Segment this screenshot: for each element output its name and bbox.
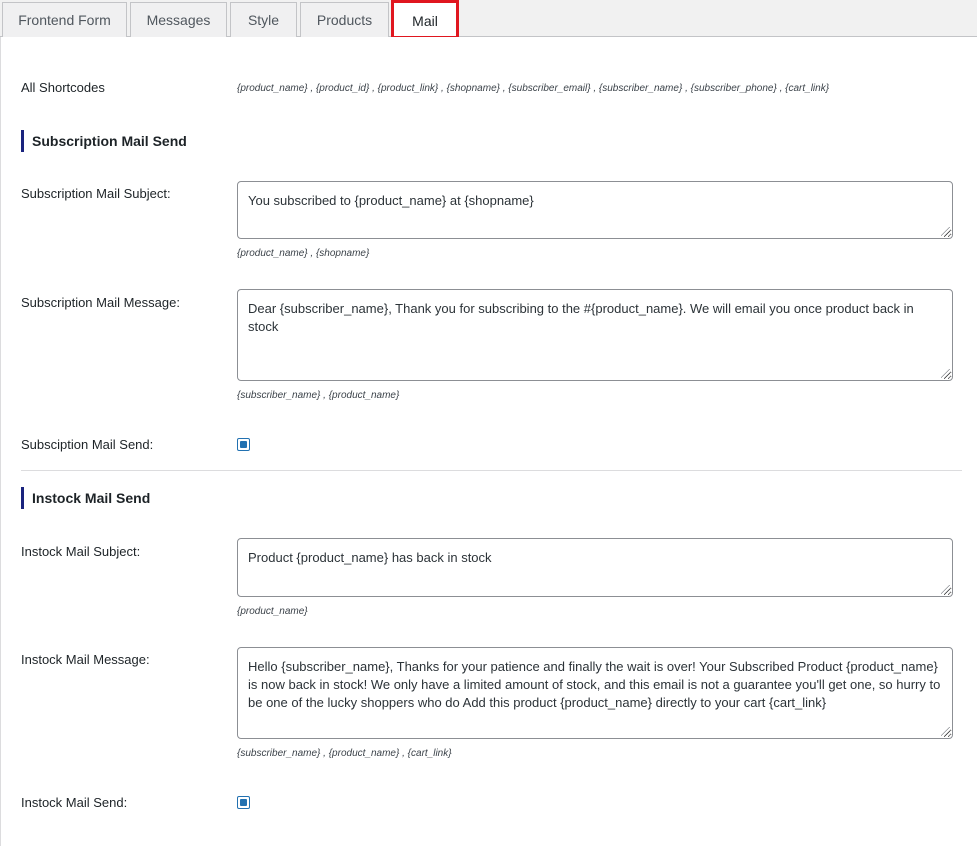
instock-subject-hint: {product_name}: [237, 606, 308, 617]
instock-subject-value: Product {product_name} has back in stock: [248, 550, 492, 565]
tab-label: Products: [316, 12, 373, 28]
mail-settings-panel: All Shortcodes {product_name} , {product…: [0, 37, 977, 846]
subscription-message-hint: {subscriber_name} , {product_name}: [237, 390, 400, 401]
instock-section-title: Instock Mail Send: [21, 487, 150, 509]
instock-send-checkbox[interactable]: [237, 796, 250, 809]
tab-messages[interactable]: Messages: [130, 2, 227, 37]
tab-label: Frontend Form: [18, 12, 111, 28]
subscription-message-value: Dear {subscriber_name}, Thank you for su…: [248, 301, 914, 334]
subscription-subject-hint: {product_name} , {shopname}: [237, 248, 370, 259]
tab-label: Style: [247, 12, 280, 28]
tab-style[interactable]: Style: [230, 2, 297, 37]
section-divider: [21, 470, 962, 471]
subscription-message-label: Subscription Mail Message:: [21, 295, 180, 310]
instock-subject-input[interactable]: Product {product_name} has back in stock: [237, 538, 953, 597]
subscription-section-title: Subscription Mail Send: [21, 130, 187, 152]
all-shortcodes-label: All Shortcodes: [21, 80, 105, 95]
subscription-message-input[interactable]: Dear {subscriber_name}, Thank you for su…: [237, 289, 953, 381]
tab-bar: Frontend Form Messages Style Products Ma…: [0, 0, 977, 39]
resize-grip-icon[interactable]: [941, 727, 950, 736]
all-shortcodes-list: {product_name} , {product_id} , {product…: [237, 83, 830, 94]
instock-message-label: Instock Mail Message:: [21, 652, 150, 667]
instock-subject-label: Instock Mail Subject:: [21, 544, 141, 559]
tab-label: Mail: [412, 12, 438, 29]
tab-label: Messages: [146, 12, 211, 28]
resize-grip-icon[interactable]: [941, 227, 950, 236]
subscription-subject-value: You subscribed to {product_name} at {sho…: [248, 193, 534, 208]
resize-grip-icon[interactable]: [941, 369, 950, 378]
instock-message-value: Hello {subscriber_name}, Thanks for your…: [248, 659, 941, 710]
instock-message-input[interactable]: Hello {subscriber_name}, Thanks for your…: [237, 647, 953, 739]
tab-frontend-form[interactable]: Frontend Form: [2, 2, 127, 37]
subscription-send-checkbox[interactable]: [237, 438, 250, 451]
subscription-subject-input[interactable]: You subscribed to {product_name} at {sho…: [237, 181, 953, 239]
tab-mail[interactable]: Mail: [393, 2, 457, 38]
instock-send-label: Instock Mail Send:: [21, 795, 128, 810]
instock-message-hint: {subscriber_name} , {product_name} , {ca…: [237, 748, 452, 759]
subscription-send-label: Subsciption Mail Send:: [21, 437, 154, 452]
tab-products[interactable]: Products: [300, 2, 389, 37]
resize-grip-icon[interactable]: [941, 585, 950, 594]
subscription-subject-label: Subscription Mail Subject:: [21, 186, 171, 201]
